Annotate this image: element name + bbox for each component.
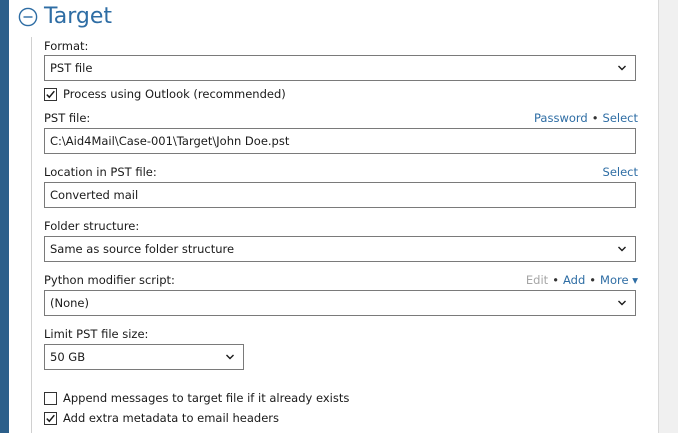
folder-structure-dropdown[interactable]: Same as source folder structure [44,236,636,262]
folder-structure-label: Folder structure: [44,219,140,233]
extra-metadata-checkbox[interactable] [44,411,57,425]
python-script-dropdown[interactable]: (None) [44,290,636,316]
section-content-rule [31,37,32,433]
location-label: Location in PST file: [44,165,157,179]
append-messages-row[interactable]: Append messages to target file if it alr… [44,390,349,406]
scroll-gutter [659,0,678,433]
format-label: Format: [44,39,89,53]
pst-file-label: PST file: [44,111,91,125]
folder-structure-value: Same as source folder structure [50,242,235,256]
pst-file-links: Password • Select [534,111,638,125]
checkmark-icon [46,90,55,98]
more-link[interactable]: More ▾ [600,273,638,287]
format-value: PST file [50,61,93,75]
location-links: Select [603,165,638,179]
link-separator: • [552,273,559,287]
limit-size-value: 50 GB [50,350,86,364]
format-dropdown[interactable]: PST file [44,55,636,81]
password-link[interactable]: Password [534,111,588,125]
python-script-label: Python modifier script: [44,273,175,287]
more-link-label: More [600,273,629,287]
edit-link: Edit [525,273,549,287]
process-outlook-row[interactable]: Process using Outlook (recommended) [44,86,286,102]
process-outlook-checkbox[interactable] [44,87,57,101]
more-dropdown-arrow-icon: ▾ [632,273,638,287]
extra-metadata-label: Add extra metadata to email headers [63,411,280,425]
section-title: Target [44,4,113,29]
checkmark-icon [46,414,55,422]
location-input[interactable]: Converted mail [44,182,636,208]
process-outlook-label: Process using Outlook (recommended) [63,87,286,101]
limit-size-label: Limit PST file size: [44,327,149,341]
pst-file-select-link[interactable]: Select [603,111,638,125]
python-script-value: (None) [50,296,89,310]
link-separator: • [591,111,599,125]
pst-file-input[interactable]: C:\Aid4Mail\Case-001\Target\John Doe.pst [44,128,636,154]
collapse-circle-minus-icon[interactable] [18,7,38,27]
location-value: Converted mail [50,188,139,202]
left-accent-strip [0,0,9,433]
location-select-link[interactable]: Select [603,165,638,179]
append-messages-label: Append messages to target file if it alr… [63,391,350,405]
add-link[interactable]: Add [563,273,585,287]
limit-size-dropdown[interactable]: 50 GB [44,344,244,370]
link-separator: • [589,273,597,287]
python-script-links: Edit • Add • More ▾ [526,273,638,287]
chevron-down-icon [618,246,626,252]
chevron-down-icon [226,354,234,360]
section-header: Target [18,2,112,32]
append-messages-checkbox[interactable] [44,391,57,405]
chevron-down-icon [618,300,626,306]
extra-metadata-row[interactable]: Add extra metadata to email headers [44,410,279,426]
chevron-down-icon [618,65,626,71]
pst-file-path: C:\Aid4Mail\Case-001\Target\John Doe.pst [50,134,290,148]
